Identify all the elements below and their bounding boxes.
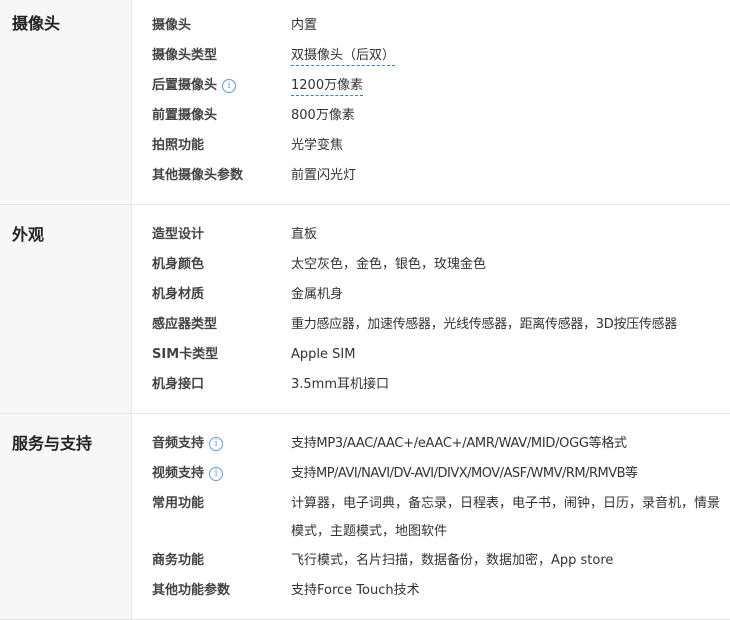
spec-row: 音频支持 i 支持MP3/AAC/AAC+/eAAC+/AMR/WAV/MID/OG…: [132, 429, 730, 459]
spec-row: 机身材质 金属机身: [132, 280, 730, 310]
spec-row: 感应器类型 重力感应器，加速传感器，光线传感器，距离传感器，3D按压传感器: [132, 310, 730, 340]
spec-row: 拍照功能 光学变焦: [132, 131, 730, 161]
spec-row: 机身颜色 太空灰色，金色，银色，玫瑰金色: [132, 250, 730, 280]
spec-value: 3.5mm耳机接口: [291, 377, 390, 392]
info-icon[interactable]: i: [222, 79, 237, 93]
spec-label: 其他摄像头参数: [152, 168, 244, 183]
spec-row: 常用功能 计算器，电子词典，备忘录，日程表，电子书，闹钟，日历，录音机，情景模式，…: [132, 489, 730, 546]
spec-value: 支持MP3/AAC/AAC+/eAAC+/AMR/WAV/MID/OGG等格式: [291, 436, 627, 451]
spec-label: 造型设计: [152, 227, 205, 242]
spec-value: 重力感应器，加速传感器，光线传感器，距离传感器，3D按压传感器: [291, 317, 677, 332]
spec-label: 机身接口: [152, 377, 205, 392]
section-title: 摄像头: [12, 14, 61, 33]
spec-value: 飞行模式，名片扫描，数据备份，数据加密，App store: [291, 553, 614, 568]
spec-row: 摄像头类型 双摄像头（后双）: [132, 41, 730, 71]
spec-value: 直板: [291, 227, 318, 242]
spec-label: 摄像头: [152, 18, 192, 33]
spec-row: 后置摄像头 i 1200万像素: [132, 71, 730, 101]
section-appearance: 外观 造型设计 直板 机身颜色 太空灰色，金色，银色，玫瑰金色 机身材质 金属机身 感…: [0, 205, 730, 414]
section-camera: 摄像头 摄像头 内置 摄像头类型 双摄像头（后双） 后置摄像头 i 1200万像素 前置…: [0, 0, 730, 205]
spec-label: 机身颜色: [152, 257, 205, 272]
spec-row: 其他功能参数 支持Force Touch技术: [132, 576, 730, 606]
spec-value: 金属机身: [291, 287, 344, 302]
spec-row: 其他摄像头参数 前置闪光灯: [132, 161, 730, 191]
spec-value: 前置闪光灯: [291, 168, 357, 183]
spec-value-link[interactable]: 1200万像素: [291, 77, 364, 96]
spec-row: SIM卡类型 Apple SIM: [132, 340, 730, 370]
spec-label: 其他功能参数: [152, 583, 231, 598]
spec-label: 拍照功能: [152, 138, 205, 153]
spec-label: 音频支持: [152, 436, 205, 451]
info-icon[interactable]: i: [209, 467, 224, 481]
section-services: 服务与支持 音频支持 i 支持MP3/AAC/AAC+/eAAC+/AMR/WAV/…: [0, 414, 730, 620]
spec-label: 机身材质: [152, 287, 205, 302]
section-title: 服务与支持: [12, 434, 93, 453]
spec-row: 造型设计 直板: [132, 220, 730, 250]
spec-label: 后置摄像头: [152, 78, 218, 93]
spec-value: 光学变焦: [291, 138, 344, 153]
spec-label: 商务功能: [152, 553, 205, 568]
spec-label: 视频支持: [152, 466, 205, 481]
spec-value-link[interactable]: 双摄像头（后双）: [291, 47, 396, 66]
spec-label: 摄像头类型: [152, 48, 218, 63]
spec-value: 计算器，电子词典，备忘录，日程表，电子书，闹钟，日历，录音机，情景模式，主题模式…: [291, 496, 721, 539]
spec-value: 支持MP/AVI/NAVI/DV-AVI/DIVX/MOV/ASF/WMV/RM…: [291, 466, 638, 481]
section-title: 外观: [12, 225, 45, 244]
spec-value: Apple SIM: [291, 347, 356, 362]
spec-value: 支持Force Touch技术: [291, 583, 420, 598]
spec-label: 前置摄像头: [152, 108, 218, 123]
spec-label: SIM卡类型: [152, 347, 219, 362]
spec-value: 800万像素: [291, 108, 355, 123]
spec-value: 太空灰色，金色，银色，玫瑰金色: [291, 257, 487, 272]
spec-row: 商务功能 飞行模式，名片扫描，数据备份，数据加密，App store: [132, 546, 730, 576]
spec-row: 前置摄像头 800万像素: [132, 101, 730, 131]
spec-row: 机身接口 3.5mm耳机接口: [132, 370, 730, 400]
spec-label: 感应器类型: [152, 317, 218, 332]
spec-row: 视频支持 i 支持MP/AVI/NAVI/DV-AVI/DIVX/MOV/ASF/W…: [132, 459, 730, 489]
spec-value: 内置: [291, 18, 318, 33]
info-icon[interactable]: i: [209, 437, 224, 451]
spec-label: 常用功能: [152, 496, 205, 511]
spec-row: 摄像头 内置: [132, 11, 730, 41]
